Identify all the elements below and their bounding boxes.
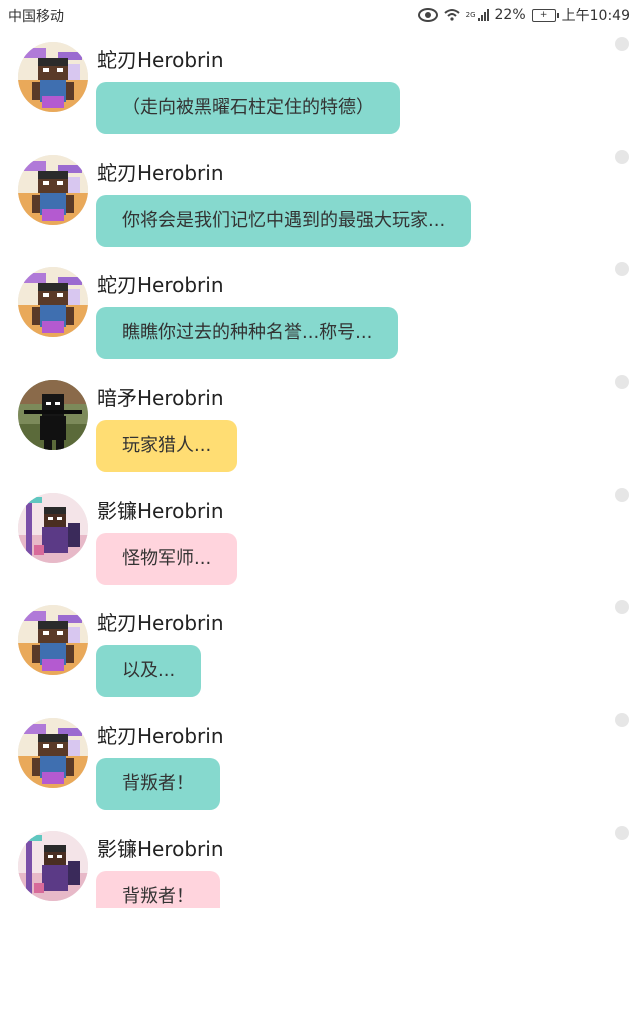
avatar[interactable] bbox=[18, 42, 88, 112]
blank-area bbox=[0, 908, 640, 1024]
avatar[interactable] bbox=[18, 830, 88, 901]
signal-icon bbox=[477, 9, 489, 21]
avatar[interactable] bbox=[18, 267, 88, 338]
sender-name: 影镰Herobrin bbox=[97, 836, 224, 861]
chat-message[interactable]: 蛇刃Herobrin （走向被黑曜石柱定住的特德） bbox=[0, 30, 640, 143]
sender-name: 影镰Herobrin bbox=[97, 498, 224, 523]
battery-percent: 22% bbox=[494, 7, 526, 23]
message-status-dot bbox=[615, 487, 629, 502]
message-status-dot bbox=[615, 825, 629, 840]
clock: 上午10:49 bbox=[561, 8, 630, 24]
wifi-icon bbox=[443, 9, 460, 21]
message-bubble[interactable]: 背叛者！ bbox=[96, 758, 220, 811]
network-type-label: 2G bbox=[465, 11, 476, 19]
message-bubble[interactable]: （走向被黑曜石柱定住的特德） bbox=[96, 82, 400, 134]
sender-name: 蛇刃Herobrin bbox=[97, 611, 224, 636]
sender-name: 暗矛Herobrin bbox=[97, 386, 224, 411]
avatar[interactable] bbox=[18, 605, 88, 676]
message-status-dot bbox=[615, 149, 629, 164]
chat-message[interactable]: 暗矛Herobrin 玩家猎人... bbox=[0, 368, 640, 481]
chat-message[interactable]: 蛇刃Herobrin 背叛者！ bbox=[0, 706, 640, 819]
message-status-dot bbox=[615, 375, 629, 390]
battery-icon: + bbox=[531, 8, 559, 22]
message-bubble[interactable]: 玩家猎人... bbox=[96, 420, 238, 473]
sender-name: 蛇刃Herobrin bbox=[97, 724, 224, 749]
status-bar: 中国移动 2G 22% + 上午10:49 bbox=[0, 0, 640, 30]
message-bubble[interactable]: 瞧瞧你过去的种种名誉...称号... bbox=[96, 307, 399, 360]
chat-message[interactable]: 蛇刃Herobrin 以及... bbox=[0, 593, 640, 706]
sender-name: 蛇刃Herobrin bbox=[97, 160, 224, 185]
message-bubble[interactable]: 怪物军师... bbox=[96, 532, 238, 585]
message-status-dot bbox=[615, 37, 629, 51]
message-bubble[interactable]: 背叛者！ bbox=[96, 870, 220, 908]
message-status-dot bbox=[615, 262, 629, 277]
avatar[interactable] bbox=[18, 154, 88, 225]
chat-message[interactable]: 影镰Herobrin 背叛者！ bbox=[0, 819, 640, 908]
avatar[interactable] bbox=[18, 492, 88, 563]
avatar[interactable] bbox=[18, 380, 88, 451]
avatar[interactable] bbox=[18, 718, 88, 789]
chat-message[interactable]: 影镰Herobrin 怪物军师... bbox=[0, 481, 640, 594]
sender-name: 蛇刃Herobrin bbox=[97, 273, 224, 298]
sender-name: 蛇刃Herobrin bbox=[97, 48, 224, 72]
carrier-label: 中国移动 bbox=[8, 9, 64, 25]
chat-list[interactable]: 蛇刃Herobrin （走向被黑曜石柱定住的特德） 蛇刃Herobrin 你将会是我… bbox=[0, 30, 640, 908]
message-status-dot bbox=[615, 713, 629, 728]
message-status-dot bbox=[615, 600, 629, 615]
message-bubble[interactable]: 以及... bbox=[96, 645, 202, 698]
status-icons: 2G 22% + 上午10:49 bbox=[417, 5, 630, 25]
chat-message[interactable]: 蛇刃Herobrin 瞧瞧你过去的种种名誉...称号... bbox=[0, 255, 640, 368]
message-bubble[interactable]: 你将会是我们记忆中遇到的最强大玩家... bbox=[96, 194, 472, 247]
eye-comfort-icon bbox=[417, 8, 438, 22]
chat-message[interactable]: 蛇刃Herobrin 你将会是我们记忆中遇到的最强大玩家... bbox=[0, 143, 640, 256]
